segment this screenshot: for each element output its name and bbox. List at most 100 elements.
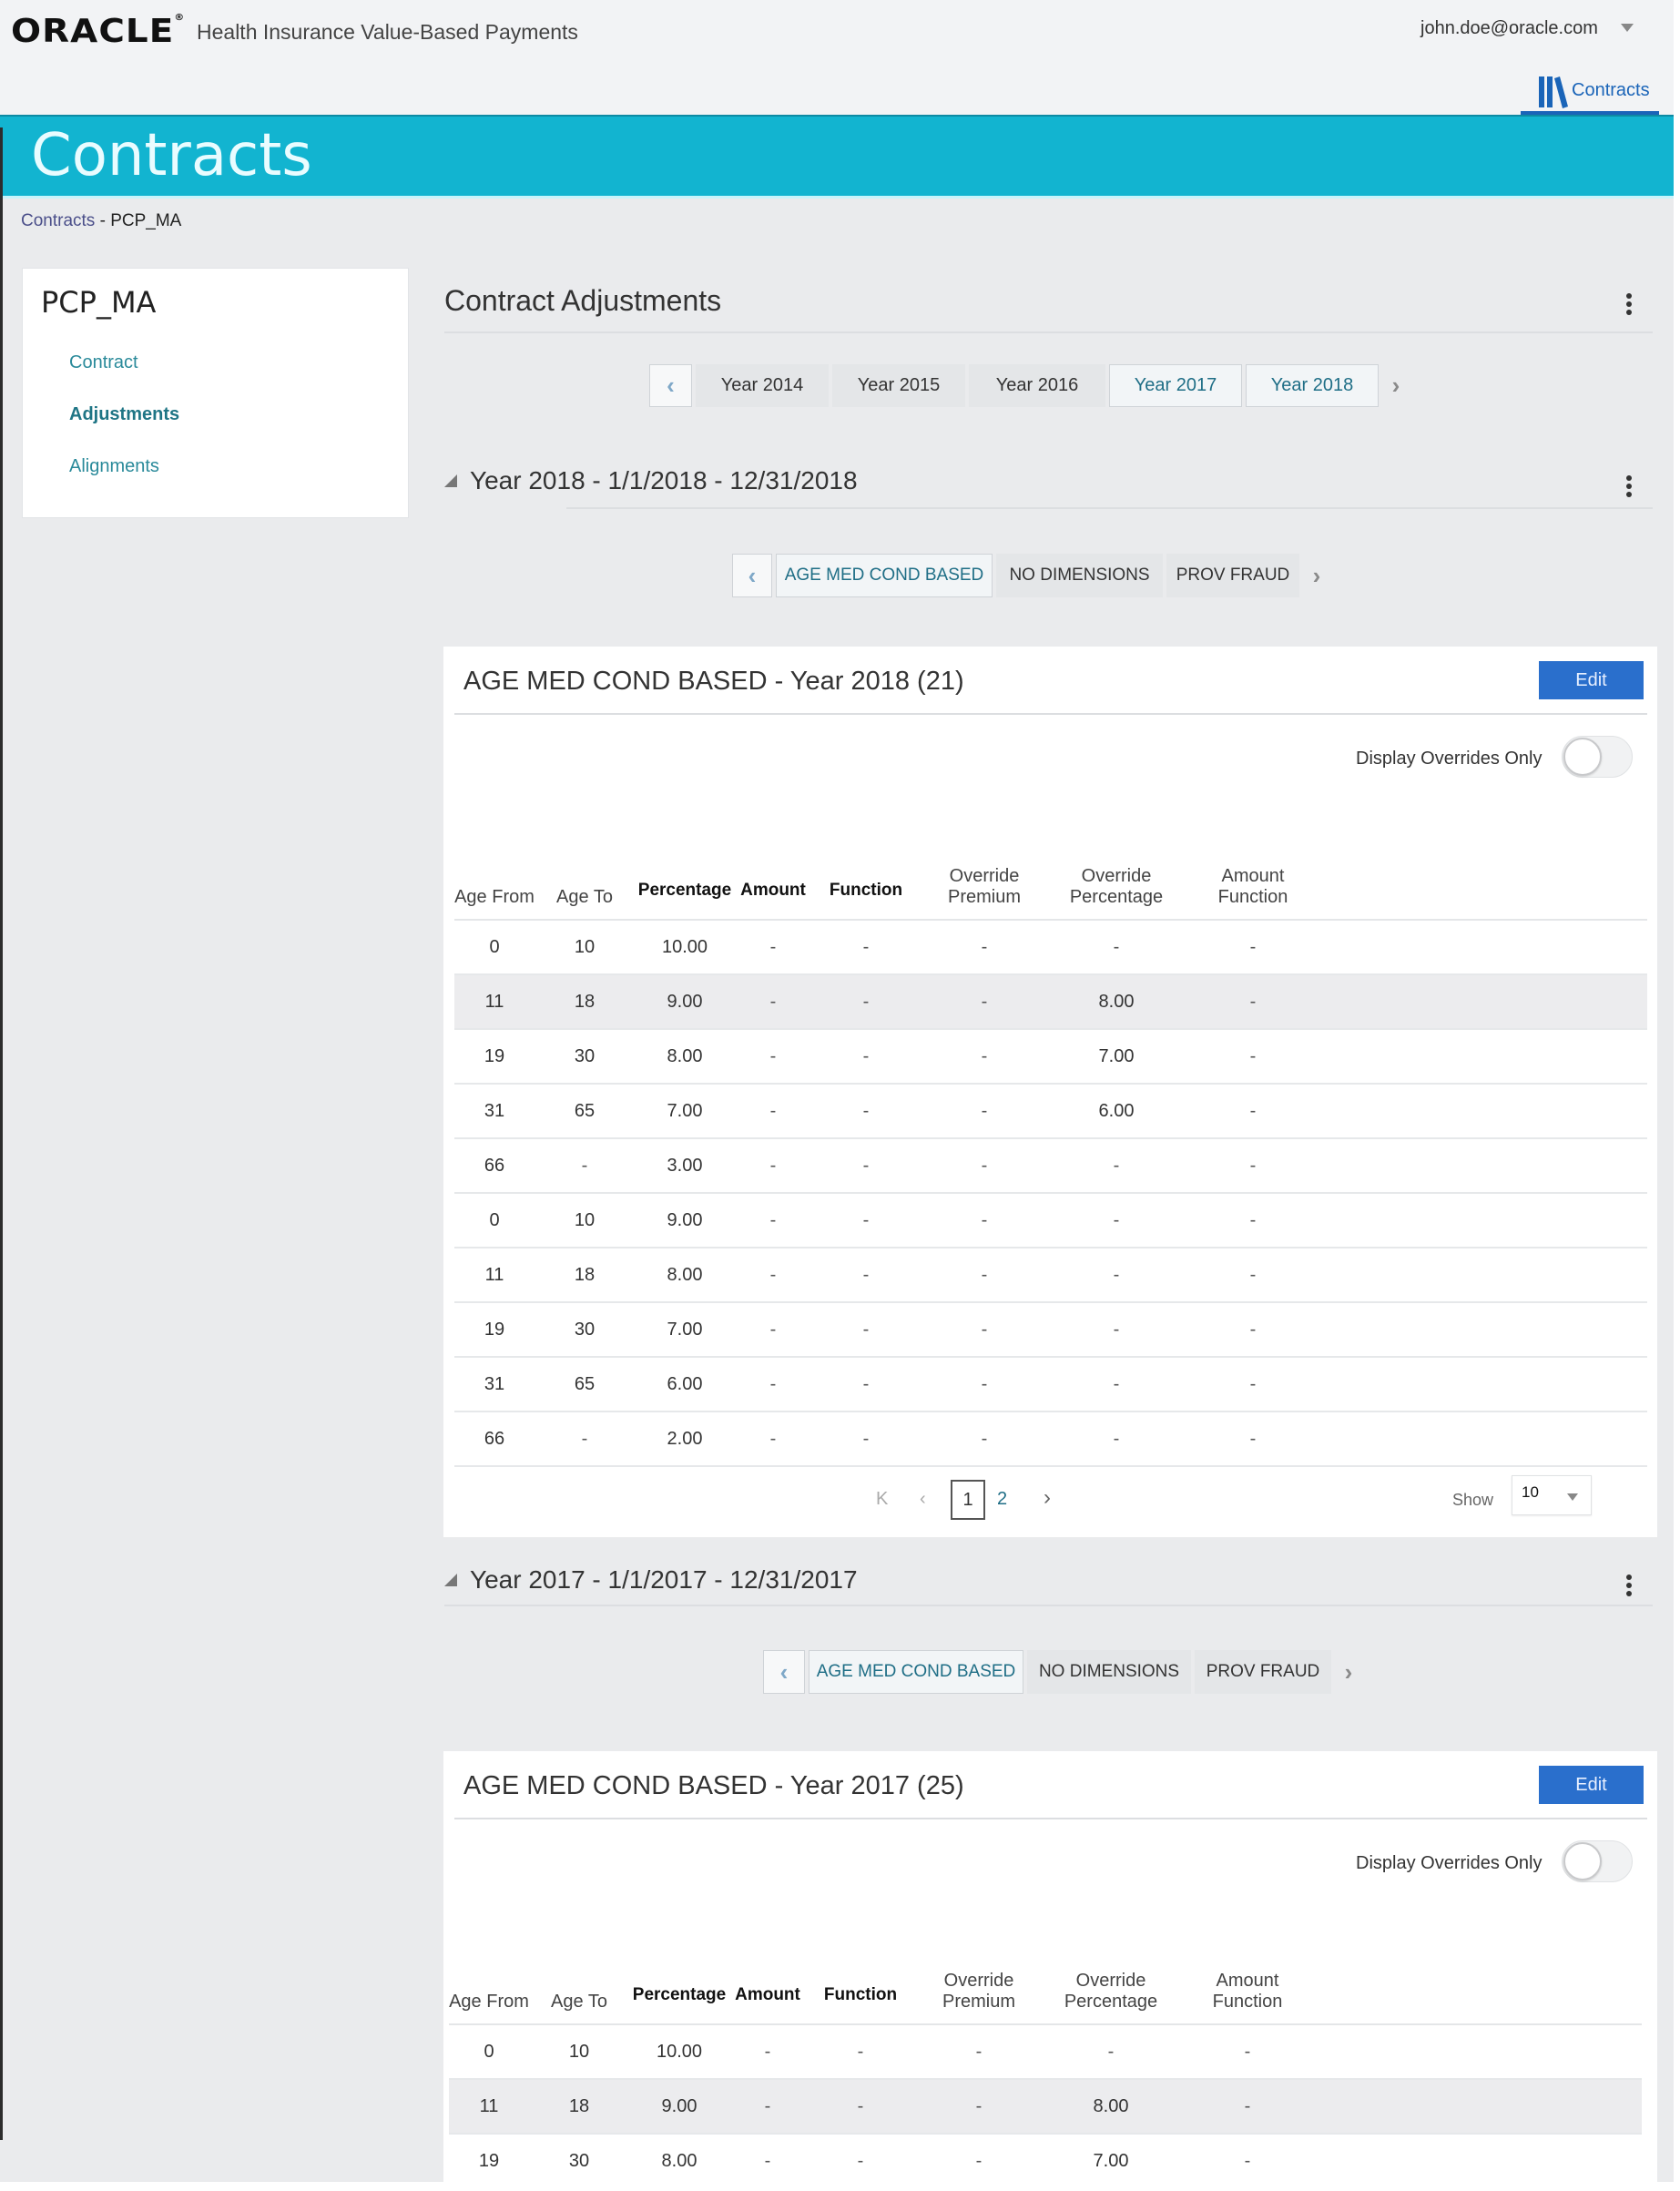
year-tabs-prev[interactable]: ‹: [649, 364, 692, 407]
column-header[interactable]: Function: [811, 849, 921, 921]
table-cell: -: [811, 1029, 921, 1085]
table-cell: -: [1185, 1193, 1321, 1248]
sidebar-title: PCP_MA: [41, 285, 157, 320]
kebab-menu-icon[interactable]: [1625, 293, 1633, 319]
table-row[interactable]: 0 10 10.00- - - - -: [454, 920, 1647, 975]
column-header[interactable]: Override Percentage: [1043, 1953, 1179, 2025]
table-cell: -: [921, 1029, 1048, 1085]
toggle-label: Display Overrides Only: [1356, 749, 1543, 769]
chevron-left-icon: ‹: [748, 561, 757, 589]
table-cell: 8.00: [635, 1248, 735, 1303]
subtabs-prev[interactable]: ‹: [763, 1650, 805, 1694]
subtab-no-dimensions[interactable]: NO DIMENSIONS: [996, 554, 1163, 597]
table-cell: -: [921, 1138, 1048, 1194]
column-header[interactable]: Percentage: [629, 1953, 729, 2025]
table-row[interactable]: 31 65 7.00- - -6.00-: [454, 1084, 1647, 1139]
table-row[interactable]: 19 30 8.00- - -7.00-: [449, 2134, 1642, 2182]
adjustment-card-2017: AGE MED COND BASED - Year 2017 (25) Edit…: [443, 1751, 1657, 2182]
title-divider: [444, 331, 1653, 333]
table-row[interactable]: 31 65 6.00- - - - -: [454, 1357, 1647, 1412]
caret-down-icon[interactable]: [1621, 24, 1634, 32]
table-row[interactable]: 66-2.00- - - - -: [454, 1411, 1647, 1467]
table-cell: 9.00: [635, 1193, 735, 1248]
year-tabs: ‹ Year 2014 Year 2015 Year 2016 Year 201…: [649, 364, 1413, 407]
table-cell: 18: [535, 974, 635, 1030]
kebab-menu-icon[interactable]: [1625, 475, 1633, 501]
kebab-menu-icon[interactable]: [1625, 1574, 1633, 1600]
subtab-no-dimensions[interactable]: NO DIMENSIONS: [1027, 1650, 1191, 1694]
column-header[interactable]: Age To: [529, 1953, 629, 2025]
subtabs-next[interactable]: ›: [1303, 554, 1330, 597]
column-header[interactable]: Amount Function: [1185, 849, 1321, 921]
user-menu[interactable]: john.doe@oracle.com: [1420, 18, 1598, 39]
table-cell: 10: [529, 2024, 629, 2080]
tab-year-2015[interactable]: Year 2015: [832, 364, 965, 407]
display-overrides-toggle[interactable]: [1562, 736, 1633, 778]
column-header[interactable]: Function: [806, 1953, 915, 2025]
table-row[interactable]: 11 18 9.00- - -8.00-: [454, 974, 1647, 1030]
page-banner: Contracts: [0, 115, 1674, 196]
breadcrumb-contracts-link[interactable]: Contracts: [21, 211, 95, 230]
display-overrides-toggle[interactable]: [1562, 1840, 1633, 1882]
table-row[interactable]: 19 30 7.00- - - - -: [454, 1302, 1647, 1358]
table-cell: -: [915, 2134, 1043, 2182]
edit-button[interactable]: Edit: [1539, 661, 1644, 699]
section-header-2018[interactable]: Year 2018 - 1/1/2018 - 12/31/2018: [444, 466, 858, 495]
sidebar-item-contract[interactable]: Contract: [69, 352, 138, 373]
table-cell: -: [1185, 1029, 1321, 1085]
column-header[interactable]: Age From: [449, 1953, 529, 2025]
sidebar-item-adjustments[interactable]: Adjustments: [69, 404, 179, 425]
chevron-left-icon[interactable]: ‹: [920, 1489, 926, 1510]
page-size-value: 10: [1522, 1483, 1539, 1501]
subtab-prov-fraud[interactable]: PROV FRAUD: [1166, 554, 1299, 597]
table-cell: -: [806, 2024, 915, 2080]
subtabs-next[interactable]: ›: [1335, 1650, 1362, 1694]
table-cell: -: [1048, 1302, 1185, 1358]
page-2[interactable]: 2: [997, 1489, 1007, 1510]
column-header[interactable]: Override Premium: [921, 849, 1048, 921]
card-title: AGE MED COND BASED - Year 2017 (25): [463, 1771, 964, 1800]
column-header[interactable]: Percentage: [635, 849, 735, 921]
tab-year-2017[interactable]: Year 2017: [1109, 364, 1242, 407]
year-tabs-next[interactable]: ›: [1382, 364, 1410, 407]
table-row[interactable]: 11 18 9.00- - -8.00-: [449, 2079, 1642, 2135]
tab-year-2016[interactable]: Year 2016: [969, 364, 1105, 407]
table-cell: -: [921, 1411, 1048, 1467]
page-size-select[interactable]: 10: [1512, 1475, 1592, 1515]
subtab-age-med-cond-based[interactable]: AGE MED COND BASED: [776, 554, 993, 597]
subtab-prov-fraud[interactable]: PROV FRAUD: [1195, 1650, 1331, 1694]
page-1[interactable]: 1: [951, 1480, 985, 1520]
table-row[interactable]: 19 30 8.00- - -7.00-: [454, 1029, 1647, 1085]
tab-year-2018[interactable]: Year 2018: [1246, 364, 1379, 407]
column-header[interactable]: Amount: [735, 849, 811, 921]
collapse-triangle-icon[interactable]: [444, 474, 457, 487]
column-header[interactable]: Amount Function: [1179, 1953, 1316, 2025]
column-header[interactable]: Override Percentage: [1048, 849, 1185, 921]
table-row[interactable]: 0 10 9.00- - - - -: [454, 1193, 1647, 1248]
subtabs-prev[interactable]: ‹: [732, 554, 772, 597]
table-row[interactable]: 11 18 8.00- - - - -: [454, 1248, 1647, 1303]
column-header[interactable]: Age To: [535, 849, 635, 921]
edit-button[interactable]: Edit: [1539, 1766, 1644, 1804]
breadcrumb-current: PCP_MA: [110, 211, 182, 230]
card-divider: [454, 713, 1647, 715]
table-cell: 7.00: [635, 1084, 735, 1139]
collapse-triangle-icon[interactable]: [444, 1574, 457, 1586]
column-header[interactable]: Override Premium: [915, 1953, 1043, 2025]
section-header-2017[interactable]: Year 2017 - 1/1/2017 - 12/31/2017: [444, 1565, 858, 1595]
first-page-icon[interactable]: K: [876, 1489, 888, 1510]
table-cell-spacer: [1321, 1411, 1647, 1467]
table-row[interactable]: 0 10 10.00- - - - -: [449, 2024, 1642, 2080]
column-header[interactable]: Age From: [454, 849, 535, 921]
table-cell: 6.00: [1048, 1084, 1185, 1139]
tab-year-2014[interactable]: Year 2014: [696, 364, 829, 407]
nav-tab-contracts[interactable]: Contracts: [1521, 73, 1659, 115]
column-header[interactable]: Amount: [729, 1953, 806, 2025]
adjustment-card-2018: AGE MED COND BASED - Year 2018 (21) Edit…: [443, 647, 1657, 1537]
table-row[interactable]: 66-3.00- - - - -: [454, 1138, 1647, 1194]
toggle-label: Display Overrides Only: [1356, 1853, 1543, 1873]
sidebar-item-alignments[interactable]: Alignments: [69, 456, 159, 477]
table-cell: -: [921, 1084, 1048, 1139]
chevron-right-icon[interactable]: ›: [1044, 1485, 1051, 1511]
subtab-age-med-cond-based[interactable]: AGE MED COND BASED: [809, 1650, 1023, 1694]
